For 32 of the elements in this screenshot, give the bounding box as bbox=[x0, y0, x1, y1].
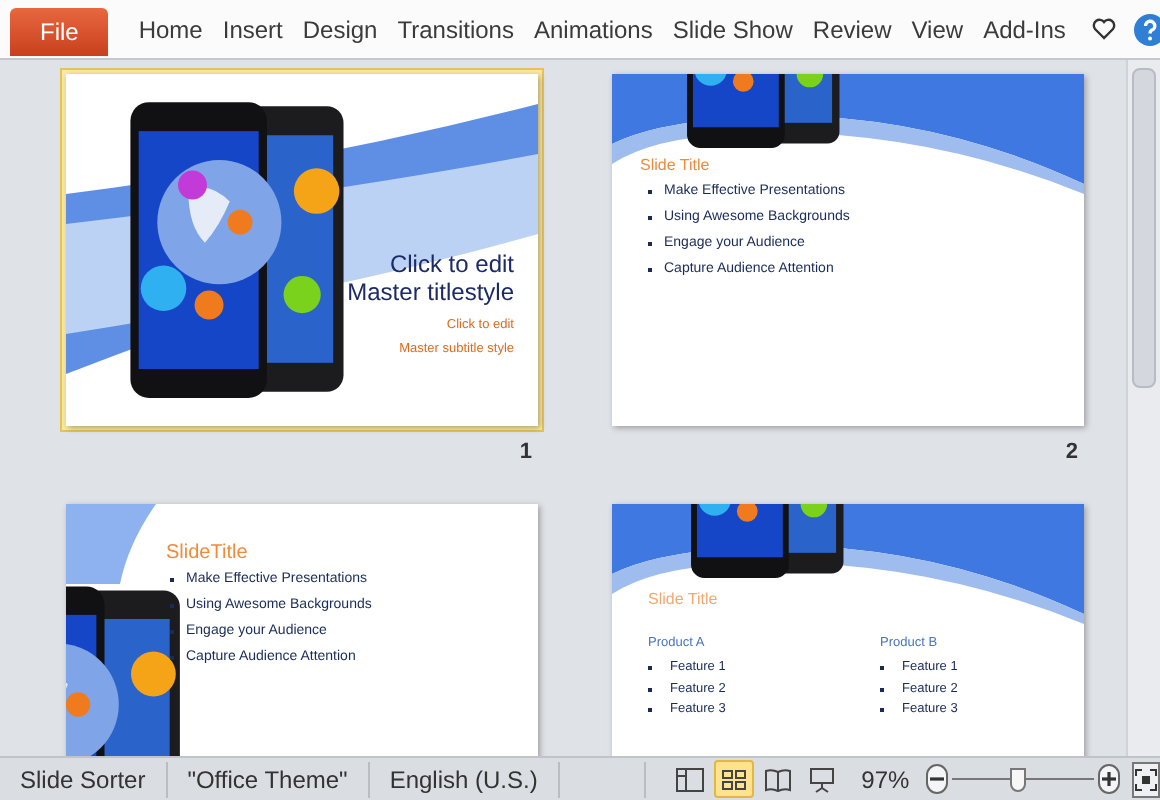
zoom-out-button[interactable] bbox=[925, 764, 948, 794]
heart-icon[interactable] bbox=[1091, 18, 1116, 40]
status-text: Slide Sorter bbox=[0, 761, 168, 797]
ribbon-tab[interactable]: Review bbox=[802, 11, 902, 47]
slide-title: Click to edit Master titlestyle bbox=[347, 250, 514, 306]
slide-number: 1 bbox=[519, 438, 532, 468]
scrollbar[interactable] bbox=[1126, 60, 1160, 756]
help-icon[interactable] bbox=[1133, 13, 1160, 45]
fit-to-window-icon[interactable] bbox=[1131, 761, 1160, 797]
slide-title: SlideTitle bbox=[166, 540, 248, 568]
ribbon-tab[interactable]: Slide Show bbox=[662, 11, 803, 47]
zoom-in-button[interactable] bbox=[1097, 764, 1120, 794]
ribbon-tab[interactable]: Design bbox=[292, 11, 388, 47]
plus-icon bbox=[1099, 770, 1118, 788]
zoom-slider[interactable] bbox=[951, 765, 1094, 793]
ribbon-tab[interactable]: Home bbox=[128, 11, 213, 47]
slide-title: Slide Title bbox=[640, 154, 710, 178]
slider-thumb[interactable] bbox=[1010, 767, 1027, 791]
slide-title: Slide Title bbox=[648, 588, 718, 612]
ribbon-tab[interactable]: View bbox=[901, 11, 974, 47]
file-tab[interactable]: File bbox=[10, 7, 109, 55]
scrollbar-thumb[interactable] bbox=[1132, 68, 1156, 388]
wave-drawing bbox=[66, 504, 156, 584]
zoom-level-text: 97% bbox=[861, 763, 910, 797]
slide-number: 2 bbox=[1065, 438, 1078, 468]
status-text: English (U.S.) bbox=[369, 761, 560, 797]
slide-sorter-icon[interactable] bbox=[713, 760, 754, 798]
status-text: "Office Theme" bbox=[167, 761, 370, 797]
ribbon-tab[interactable]: Insert bbox=[212, 11, 293, 47]
ribbon-tab[interactable]: Transitions bbox=[387, 11, 524, 47]
ribbon-tab[interactable]: Add-Ins bbox=[973, 11, 1076, 47]
ribbon-tab[interactable]: Animations bbox=[523, 11, 663, 47]
